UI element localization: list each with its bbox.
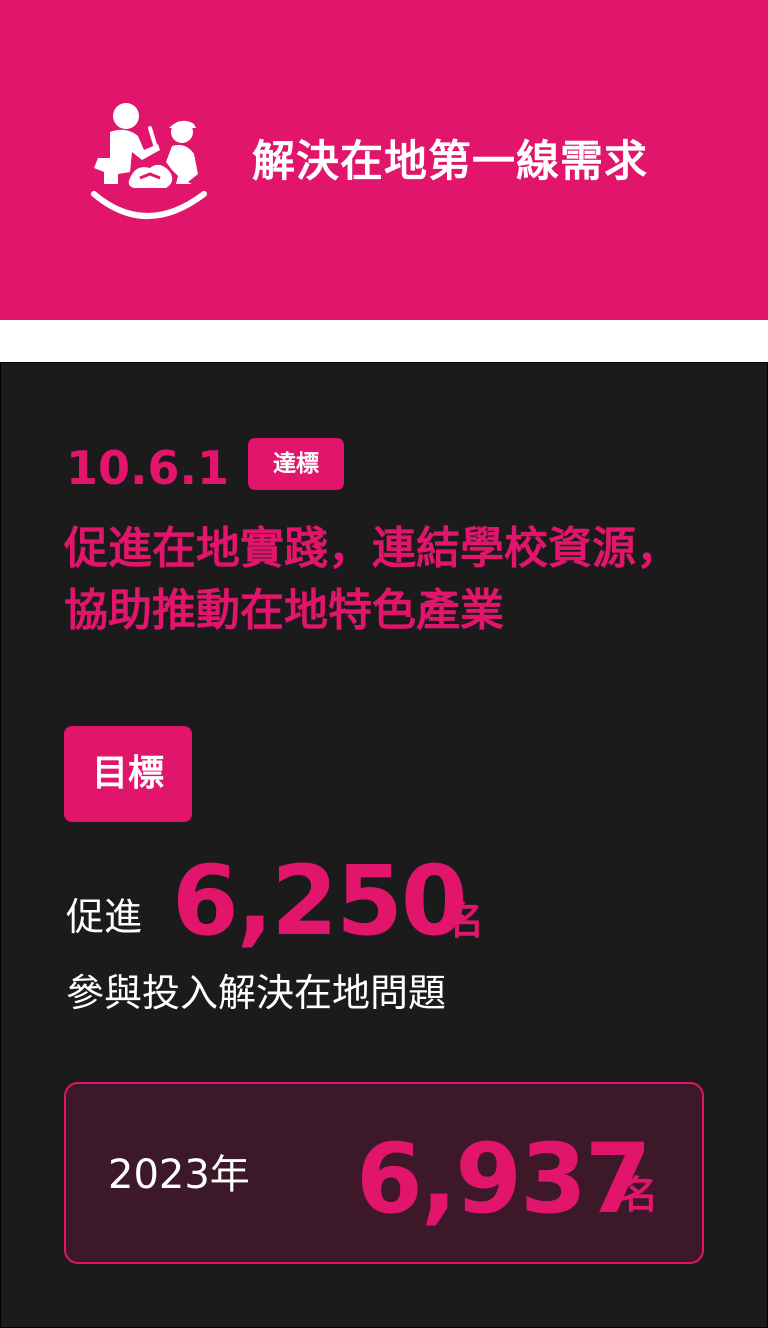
goal-title: 促進在地實踐，連結學校資源，協助推動在地特色產業 [64, 523, 680, 636]
target-description: 參與投入解決在地問題 [66, 971, 447, 1015]
header-banner: 解決在地第一線需求 [0, 0, 768, 320]
community-help-icon [80, 98, 212, 220]
page-title: 解決在地第一線需求 [252, 137, 648, 187]
result-unit: 名 [620, 1173, 659, 1217]
target-badge: 目標 [64, 726, 192, 822]
result-year: 2023年 [108, 1152, 250, 1198]
goal-code: 10.6.1 [66, 441, 229, 495]
result-value: 6,937 [356, 1123, 652, 1235]
target-unit: 名 [446, 899, 485, 943]
status-badge: 達標 [248, 438, 344, 490]
target-prefix: 促進 [66, 895, 143, 939]
target-value: 6,250 [172, 845, 468, 957]
